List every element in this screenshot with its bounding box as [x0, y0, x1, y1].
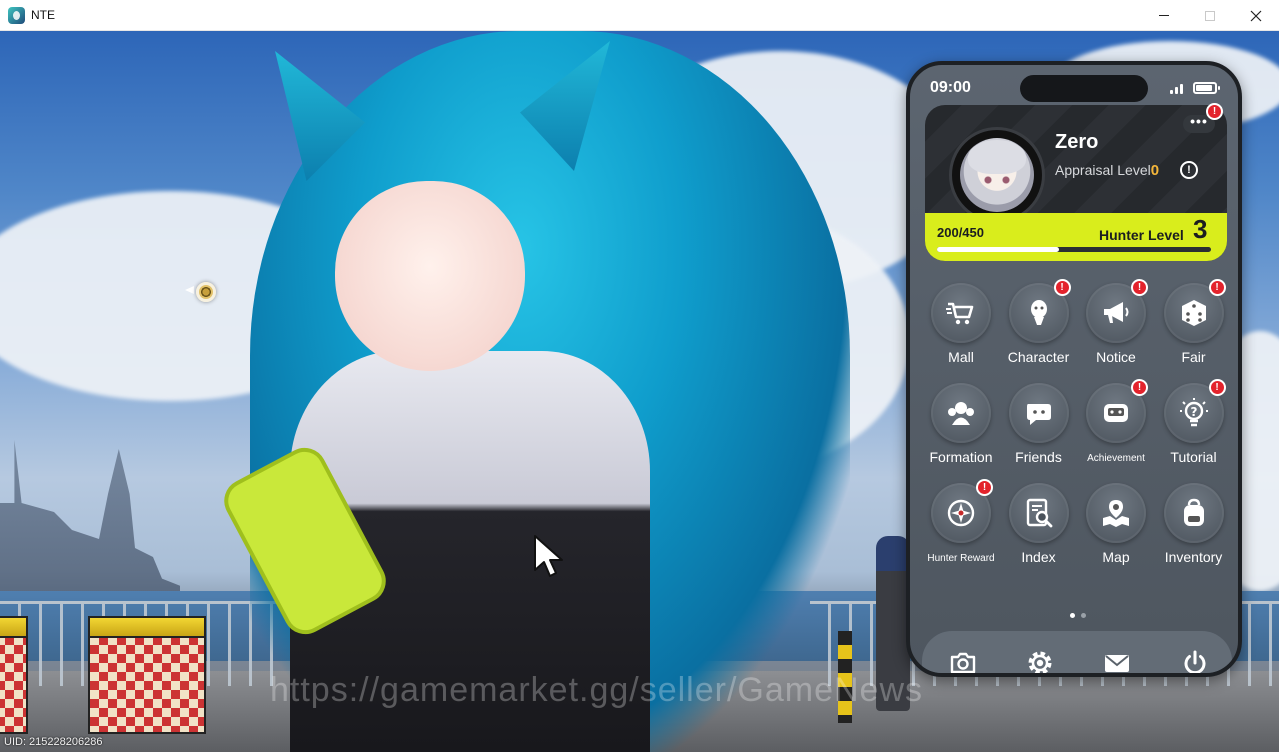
mail-icon	[1105, 655, 1129, 672]
marker-pointer-icon	[185, 286, 194, 294]
app-hunter-reward[interactable]: ! Hunter Reward	[922, 479, 1000, 573]
battery-icon	[1193, 82, 1220, 94]
quest-marker-icon[interactable]	[196, 282, 216, 302]
app-button[interactable]	[931, 383, 991, 443]
cart-icon	[946, 302, 974, 325]
phone-notch	[1020, 75, 1148, 102]
settings-button[interactable]	[1023, 646, 1057, 673]
app-label: Fair	[1181, 349, 1206, 365]
hunter-reward-icon	[947, 499, 975, 527]
cursor-icon	[534, 535, 563, 577]
app-label: Index	[1021, 549, 1056, 565]
app-formation[interactable]: Formation	[922, 383, 1000, 473]
avatar-portrait	[960, 138, 1034, 212]
hunter-level-value: 3	[1193, 214, 1208, 244]
page-dot[interactable]	[1070, 613, 1075, 618]
power-icon	[1184, 650, 1206, 673]
page-indicator	[1070, 613, 1086, 618]
dice-icon	[1181, 300, 1206, 326]
window-titlebar: NTE	[0, 0, 1279, 31]
maximize-icon	[1205, 10, 1215, 21]
xp-progress-bar	[937, 247, 1211, 252]
app-map[interactable]: Map	[1077, 483, 1155, 573]
app-button[interactable]	[1086, 483, 1146, 543]
barrier	[0, 616, 28, 734]
player-name: Zero	[1055, 131, 1099, 153]
uid-label: UID: 215228206286	[4, 736, 103, 748]
signal-icon	[1170, 84, 1183, 94]
notification-badge: !	[1131, 379, 1148, 396]
app-label: Hunter Reward	[927, 553, 995, 564]
avatar[interactable]	[949, 127, 1045, 223]
window-title: NTE	[31, 8, 55, 22]
app-button[interactable]	[931, 283, 991, 343]
profile-card[interactable]: ••• Zero Appraisal Level0 ! 200/450 Hunt…	[925, 105, 1227, 261]
minimize-icon	[1159, 15, 1169, 16]
app-button[interactable]	[1163, 483, 1224, 543]
camera-icon	[950, 652, 976, 673]
app-button[interactable]	[1008, 483, 1069, 543]
appraisal-label: Appraisal Level	[1055, 162, 1151, 178]
svg-text:?: ?	[1190, 405, 1197, 419]
friends-icon	[1026, 404, 1051, 425]
character-icon	[1030, 300, 1047, 325]
app-index[interactable]: Index	[1000, 483, 1078, 573]
achievement-icon	[1104, 404, 1128, 422]
xp-text: 200/450	[937, 225, 984, 240]
backpack-icon	[1183, 498, 1204, 526]
appraisal-value: 0	[1150, 162, 1160, 179]
page-dot[interactable]	[1081, 613, 1086, 618]
app-icon	[8, 7, 25, 24]
notification-badge: !	[1131, 279, 1148, 296]
app-label: Inventory	[1164, 549, 1223, 565]
settings-icon	[1028, 651, 1052, 673]
barrier	[88, 616, 206, 734]
lightbulb-icon: ?	[1179, 398, 1208, 427]
app-character[interactable]: ! Character	[1000, 279, 1078, 373]
app-label: Tutorial	[1170, 449, 1217, 465]
mail-button[interactable]	[1100, 646, 1134, 673]
app-label: Achievement	[1087, 453, 1145, 464]
watermark: https://gamemarket.gg/seller/GameNews	[270, 671, 924, 709]
map-icon	[1103, 500, 1129, 527]
maximize-button[interactable]	[1187, 0, 1233, 31]
character-face	[335, 181, 525, 371]
megaphone-icon	[1104, 302, 1129, 323]
notification-badge: !	[1208, 279, 1226, 296]
app-label: Notice	[1096, 349, 1136, 365]
app-label: Friends	[1015, 449, 1062, 465]
app-notice[interactable]: ! Notice	[1077, 279, 1155, 373]
hunter-level-label: Hunter Level	[1099, 227, 1184, 243]
app-mall[interactable]: Mall	[922, 283, 1000, 373]
profile-notification-badge: !	[1206, 103, 1223, 120]
notification-badge: !	[1208, 379, 1226, 396]
close-icon	[1250, 10, 1262, 21]
phone-menu: 09:00 ••• Zero Appraisal Level0 ! 200/45…	[906, 61, 1242, 677]
notification-badge: !	[1053, 279, 1071, 296]
app-achievement[interactable]: ! Achievement	[1077, 379, 1155, 473]
minimize-button[interactable]	[1141, 0, 1187, 31]
app-label: Character	[1007, 349, 1070, 365]
app-tutorial[interactable]: ?! Tutorial	[1155, 379, 1233, 473]
close-button[interactable]	[1233, 0, 1279, 31]
app-label: Map	[1102, 549, 1130, 565]
app-inventory[interactable]: Inventory	[1155, 483, 1233, 573]
app-button[interactable]	[1008, 383, 1069, 443]
app-label: Formation	[929, 449, 993, 465]
notification-badge: !	[976, 479, 993, 496]
castle-silhouette	[0, 440, 180, 611]
status-time: 09:00	[930, 79, 971, 96]
app-fair[interactable]: ! Fair	[1155, 279, 1233, 373]
app-label: Mall	[948, 349, 974, 365]
index-icon	[1026, 498, 1052, 528]
xp-progress-fill	[937, 247, 1059, 252]
formation-icon	[948, 402, 974, 425]
camera-button[interactable]	[946, 646, 980, 673]
info-icon[interactable]: !	[1180, 161, 1198, 179]
app-friends[interactable]: Friends	[1000, 383, 1078, 473]
power-button[interactable]	[1178, 646, 1212, 673]
appraisal-level: Appraisal Level0	[1055, 162, 1159, 179]
phone-dock	[922, 631, 1232, 673]
